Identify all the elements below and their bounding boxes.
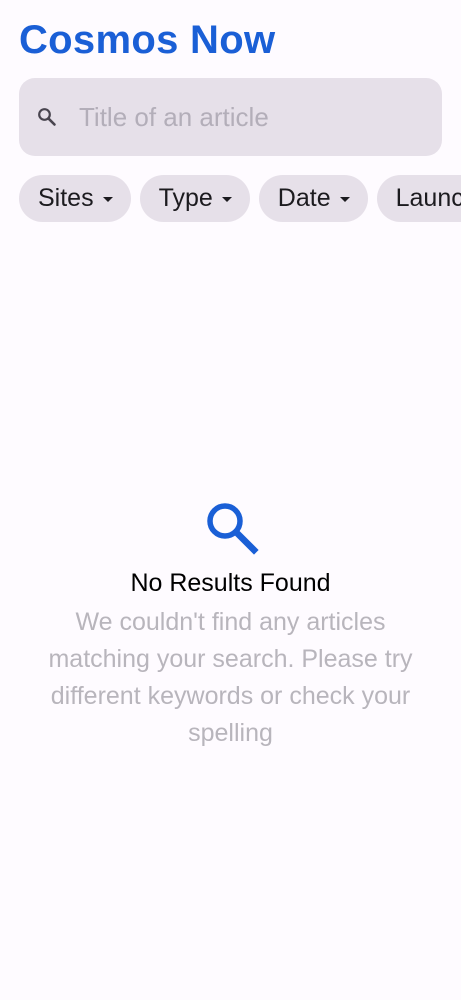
filter-chip-label: Launches xyxy=(395,184,461,212)
search-input[interactable] xyxy=(79,98,429,136)
caret-down-icon xyxy=(102,197,113,202)
caret-down-icon xyxy=(339,197,350,202)
empty-state-message: We couldn't find any articles matching y… xyxy=(48,608,413,747)
search-icon xyxy=(202,498,260,556)
app-title: Cosmos Now xyxy=(19,18,276,62)
filter-chip-label: Type xyxy=(158,184,213,212)
empty-state-title: No Results Found xyxy=(130,569,331,597)
filter-chip-date[interactable]: Date xyxy=(258,175,368,222)
caret-down-icon xyxy=(221,197,232,202)
filter-chip-type[interactable]: Type xyxy=(139,175,250,222)
filter-chip-label: Date xyxy=(277,184,331,212)
search-icon xyxy=(35,105,59,129)
filter-chips: Sites Type Date Launches xyxy=(19,175,461,222)
empty-state: No Results Found We couldn't find any ar… xyxy=(0,498,461,752)
filter-chip-launches[interactable]: Launches xyxy=(376,175,461,222)
filter-chip-label: Sites xyxy=(38,184,94,212)
filter-chip-sites[interactable]: Sites xyxy=(19,175,131,222)
search-bar[interactable] xyxy=(19,78,442,156)
